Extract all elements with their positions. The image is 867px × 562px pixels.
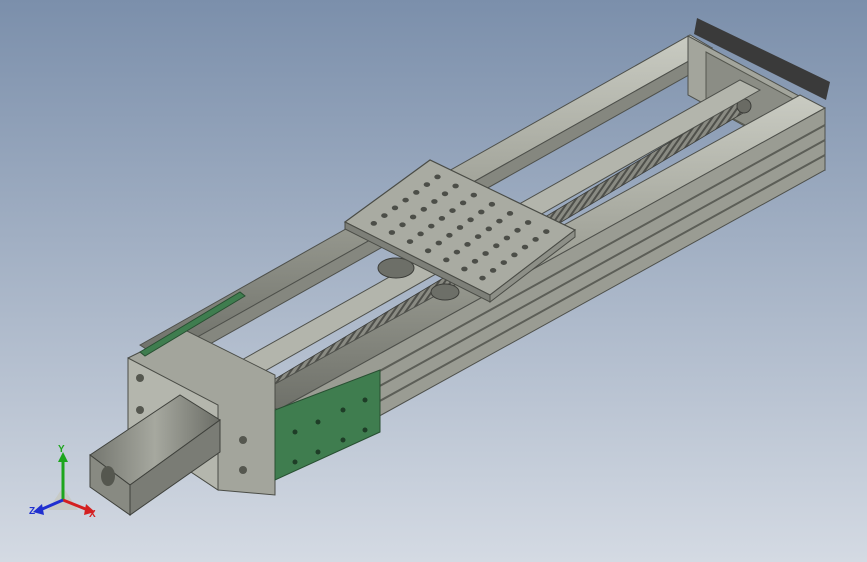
triad-y-label: Y [58,444,65,455]
plate-hole [524,220,532,225]
plate-hole [413,190,420,195]
plate-hole [511,252,518,258]
plate-hole [423,182,431,188]
plate-hole [503,235,511,241]
plate-hole [470,192,477,198]
plate-hole [453,249,461,255]
plate-hole [467,217,474,223]
plate-hole [435,240,442,246]
plate-hole [464,242,471,247]
plate-hole [461,266,468,272]
plate-hole [381,213,388,219]
cad-canvas[interactable]: Y X Z [0,0,867,562]
lead-nut-2 [430,283,460,301]
plate-hole [370,221,377,226]
plate-hole [434,174,441,180]
plate-hole [388,230,396,235]
motor-shaft [101,466,115,486]
plate-hole [441,191,449,197]
plate-hole [474,234,482,240]
plate-hole [488,201,496,207]
end-bolt-3 [239,436,247,444]
plate-hole [420,206,427,212]
triad-x-label: X [89,509,96,520]
plate-hole [399,222,406,228]
plate-hole [471,258,479,264]
plate-hole [521,244,529,250]
end-bolt-2 [136,406,144,414]
plate-hole [438,216,446,221]
plate-hole [506,211,514,216]
plate-hole [406,239,414,245]
plate-hole [443,257,450,263]
plate-hole [409,214,417,220]
plate-hole [493,243,500,249]
plate-hole [514,227,521,233]
plate-hole [459,200,467,206]
plate-hole [496,218,503,224]
plate-hole [446,232,453,238]
plate-hole [402,197,409,203]
plate-hole [452,183,459,189]
plate-hole [431,199,438,204]
end-bolt-4 [239,466,247,474]
plate-hole [424,248,432,254]
plate-hole [428,223,435,229]
plate-hole [489,268,497,273]
plate-hole [478,209,485,215]
plate-hole [479,275,486,281]
plate-hole [500,260,507,265]
cad-viewport[interactable]: Y X Z [0,0,867,562]
plate-hole [456,225,464,230]
plate-hole [485,226,492,232]
triad-z-label: Z [29,506,35,517]
plate-hole [449,208,456,214]
plate-hole [532,237,539,242]
plate-hole [391,205,399,211]
plate-hole [482,251,489,256]
plate-hole [543,229,550,235]
end-bolt-1 [136,374,144,382]
plate-hole [417,231,424,237]
